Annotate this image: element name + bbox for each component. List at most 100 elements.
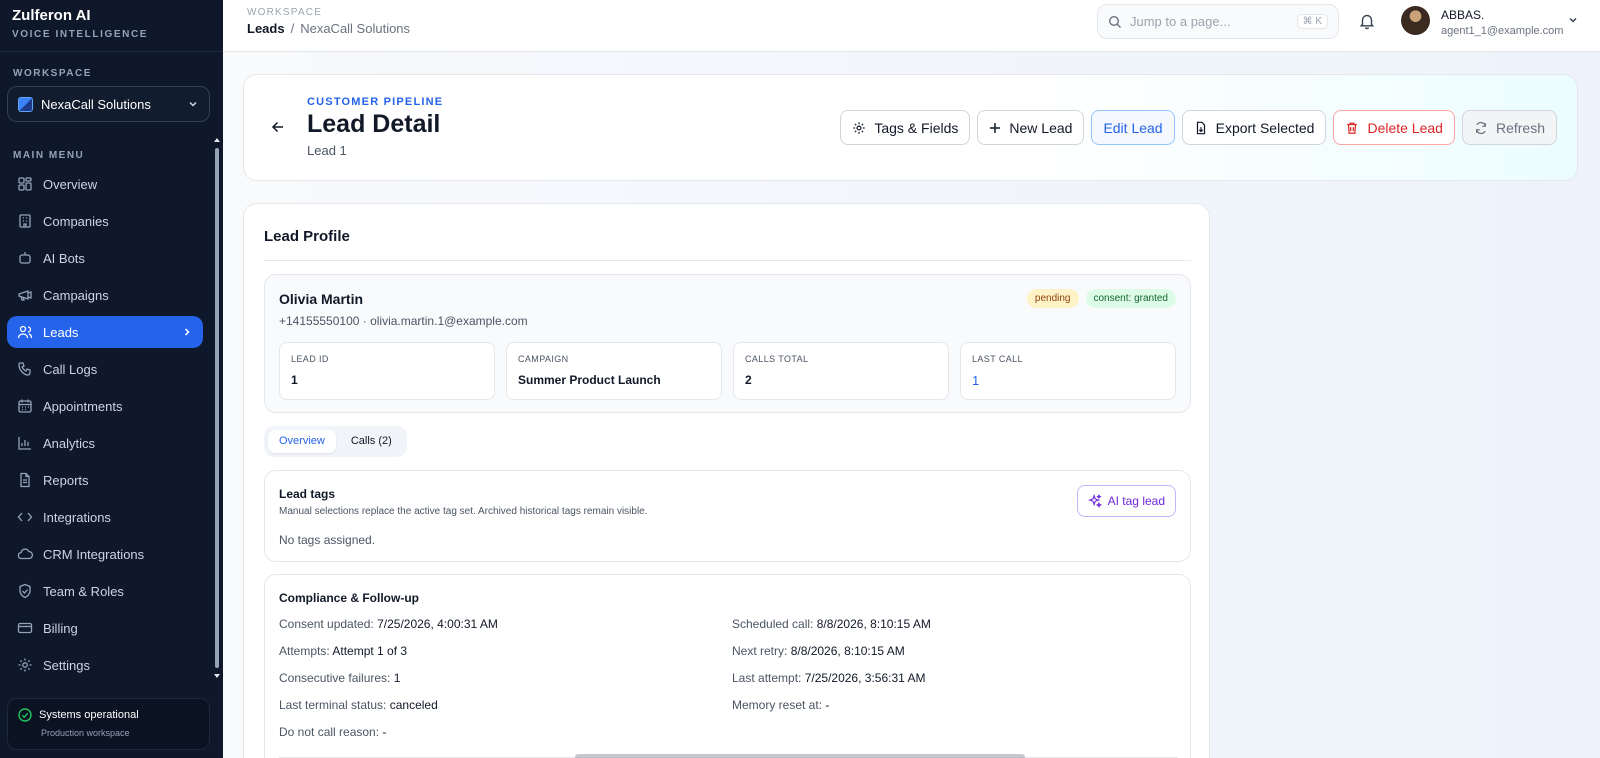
export-selected-button[interactable]: Export Selected bbox=[1181, 110, 1327, 145]
ai-tag-lead-button[interactable]: AI tag lead bbox=[1076, 485, 1176, 517]
stat-lead-id: LEAD ID 1 bbox=[279, 342, 495, 400]
sidebar-item-call-logs[interactable]: Call Logs bbox=[7, 353, 203, 385]
tags-fields-button[interactable]: Tags & Fields bbox=[840, 110, 971, 145]
sidebar-item-label: Integrations bbox=[43, 509, 111, 525]
gear-icon bbox=[18, 658, 32, 672]
sidebar-item-campaigns[interactable]: Campaigns bbox=[7, 279, 203, 311]
sidebar-item-label: Analytics bbox=[43, 435, 96, 451]
topbar: WORKSPACE Leads / NexaCall Solutions Jum… bbox=[223, 0, 1600, 52]
stat-label: LEAD ID bbox=[291, 354, 329, 364]
edit-lead-label: Edit Lead bbox=[1103, 119, 1163, 136]
search-input[interactable]: Jump to a page... ⌘ K bbox=[1097, 4, 1339, 39]
status-subtext: Production workspace bbox=[41, 728, 130, 738]
check-circle-icon bbox=[18, 708, 32, 722]
compliance-key: Consecutive failures: bbox=[279, 671, 391, 685]
brand: Zulferon AI VOICE INTELLIGENCE bbox=[0, 0, 223, 52]
workspace-select[interactable]: NexaCall Solutions bbox=[7, 86, 210, 122]
export-selected-label: Export Selected bbox=[1215, 119, 1315, 136]
calendar-icon bbox=[18, 399, 32, 413]
sidebar-item-analytics[interactable]: Analytics bbox=[7, 427, 203, 459]
lead-profile-title: Lead Profile bbox=[264, 228, 350, 245]
sidebar-item-label: Overview bbox=[43, 176, 98, 192]
sidebar-item-crm-integrations[interactable]: CRM Integrations bbox=[7, 538, 203, 570]
lead-name: Olivia Martin bbox=[279, 291, 364, 307]
compliance-key: Memory reset at: bbox=[732, 698, 823, 712]
stat-last-call: LAST CALL 1 bbox=[960, 342, 1176, 400]
lead-tags-title: Lead tags bbox=[279, 487, 336, 501]
search-placeholder: Jump to a page... bbox=[1130, 14, 1231, 29]
scroll-thumb[interactable] bbox=[215, 148, 219, 668]
new-lead-button[interactable]: New Lead bbox=[977, 110, 1085, 145]
user-name: ABBAS. bbox=[1441, 8, 1485, 22]
delete-lead-button[interactable]: Delete Lead bbox=[1333, 110, 1455, 145]
file-export-icon bbox=[1196, 121, 1205, 134]
compliance-value: Attempt 1 of 3 bbox=[332, 644, 408, 658]
scroll-down-arrow-icon[interactable] bbox=[214, 674, 220, 678]
compliance-value: - bbox=[825, 698, 830, 712]
compliance-key: Do not call reason: bbox=[279, 725, 380, 739]
sidebar-item-team-roles[interactable]: Team & Roles bbox=[7, 575, 203, 607]
sidebar-item-appointments[interactable]: Appointments bbox=[7, 390, 203, 422]
sidebar-item-label: AI Bots bbox=[43, 250, 85, 266]
sidebar-item-companies[interactable]: Companies bbox=[7, 205, 203, 237]
sidebar-item-billing[interactable]: Billing bbox=[7, 612, 203, 644]
ai-tag-lead-label: AI tag lead bbox=[1107, 494, 1165, 508]
compliance-key: Last terminal status: bbox=[279, 698, 387, 712]
stat-label: LAST CALL bbox=[972, 354, 1023, 364]
sidebar-item-label: CRM Integrations bbox=[43, 546, 145, 562]
compliance-row: Last attempt: 7/25/2026, 3:56:31 AM bbox=[732, 671, 931, 698]
user-menu[interactable]: ABBAS. agent1_1@example.com bbox=[1441, 8, 1563, 37]
brand-title: Zulferon AI bbox=[12, 7, 91, 24]
status-badge: pending bbox=[1026, 289, 1079, 308]
breadcrumb: Leads / NexaCall Solutions bbox=[247, 21, 410, 36]
stat-value: Summer Product Launch bbox=[518, 373, 661, 387]
sidebar-item-settings[interactable]: Settings bbox=[7, 649, 203, 681]
user-email: agent1_1@example.com bbox=[1441, 25, 1564, 37]
bell-icon[interactable] bbox=[1358, 12, 1376, 30]
compliance-left-column: Consent updated: 7/25/2026, 4:00:31 AM A… bbox=[279, 617, 498, 752]
arrow-left-icon[interactable] bbox=[270, 119, 286, 135]
lead-badges: pending consent: granted bbox=[1026, 289, 1176, 308]
sidebar: Zulferon AI VOICE INTELLIGENCE WORKSPACE… bbox=[0, 0, 223, 758]
sidebar-item-integrations[interactable]: Integrations bbox=[7, 501, 203, 533]
new-lead-label: New Lead bbox=[1009, 119, 1073, 136]
workspace-label: WORKSPACE bbox=[13, 68, 92, 79]
edit-lead-button[interactable]: Edit Lead bbox=[1091, 110, 1175, 145]
sidebar-item-leads[interactable]: Leads bbox=[7, 316, 203, 348]
sidebar-scrollbar[interactable] bbox=[214, 138, 220, 678]
chevron-right-icon bbox=[184, 328, 190, 336]
search-shortcut: ⌘ K bbox=[1296, 14, 1328, 29]
sidebar-item-label: Companies bbox=[43, 213, 109, 229]
avatar[interactable] bbox=[1401, 6, 1430, 35]
divider bbox=[264, 260, 1191, 261]
compliance-value: 7/25/2026, 4:00:31 AM bbox=[377, 617, 498, 631]
lead-tags-description: Manual selections replace the active tag… bbox=[279, 506, 648, 517]
sidebar-item-ai-bots[interactable]: AI Bots bbox=[7, 242, 203, 274]
sidebar-item-label: Reports bbox=[43, 472, 89, 488]
tab-overview[interactable]: Overview bbox=[268, 430, 336, 453]
refresh-button[interactable]: Refresh bbox=[1461, 110, 1557, 145]
trash-icon bbox=[1347, 122, 1358, 134]
last-call-link[interactable]: 1 bbox=[972, 373, 1164, 388]
plus-icon bbox=[990, 122, 1001, 133]
lead-tabs: Overview Calls (2) bbox=[264, 426, 407, 457]
sidebar-item-reports[interactable]: Reports bbox=[7, 464, 203, 496]
tab-calls[interactable]: Calls (2) bbox=[340, 430, 403, 453]
stat-label: CAMPAIGN bbox=[518, 354, 569, 364]
brand-subtitle: VOICE INTELLIGENCE bbox=[12, 29, 149, 40]
bar-chart-icon bbox=[18, 437, 31, 450]
sidebar-item-overview[interactable]: Overview bbox=[7, 168, 203, 200]
compliance-value: 8/8/2026, 8:10:15 AM bbox=[816, 617, 931, 631]
breadcrumb-leads[interactable]: Leads bbox=[247, 21, 285, 36]
sidebar-item-label: Leads bbox=[43, 324, 79, 340]
lead-summary: Olivia Martin +14155550100 · olivia.mart… bbox=[264, 274, 1191, 413]
scroll-up-arrow-icon[interactable] bbox=[214, 138, 220, 142]
chevron-down-icon[interactable] bbox=[1567, 14, 1579, 26]
status-text: Systems operational bbox=[39, 709, 139, 721]
bottom-toast-edge bbox=[575, 754, 1025, 758]
compliance-value: 1 bbox=[393, 671, 401, 685]
page-subtitle: Lead 1 bbox=[307, 143, 347, 158]
refresh-label: Refresh bbox=[1495, 119, 1545, 136]
page-eyebrow: CUSTOMER PIPELINE bbox=[307, 96, 444, 108]
workspace-logo-icon bbox=[18, 96, 33, 112]
